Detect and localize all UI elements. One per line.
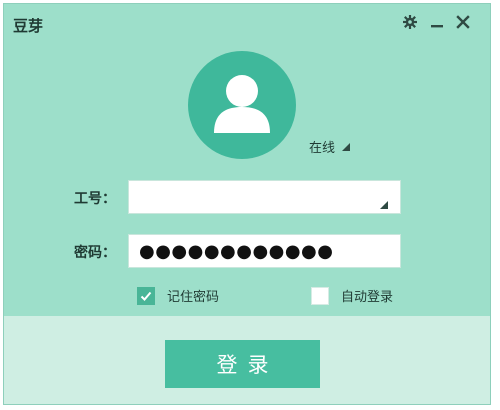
auto-login-label: 自动登录 bbox=[341, 290, 394, 305]
password-field[interactable]: ●●●●●●●●●●●● bbox=[128, 234, 401, 268]
employee-id-input[interactable] bbox=[129, 181, 400, 213]
checkmark-icon bbox=[140, 291, 152, 301]
status-selector[interactable]: 在线 bbox=[309, 137, 351, 156]
close-button[interactable] bbox=[454, 13, 472, 31]
close-icon bbox=[456, 15, 470, 29]
password-masked-value: ●●●●●●●●●●●● bbox=[139, 241, 334, 262]
remember-password-label: 记住密码 bbox=[167, 290, 220, 305]
checkbox-checked[interactable] bbox=[137, 286, 155, 305]
triangle-down-icon bbox=[380, 201, 388, 209]
user-silhouette-icon bbox=[214, 75, 270, 133]
login-button-label: 登录 bbox=[216, 353, 279, 377]
employee-id-label: 工号： bbox=[74, 191, 116, 207]
login-button[interactable]: 登录 bbox=[165, 340, 320, 388]
settings-button[interactable] bbox=[401, 13, 419, 31]
minimize-button[interactable] bbox=[428, 13, 446, 31]
login-window: 豆芽 在线 工号： 密码： ●●●●●●●●●●●● 记住密码 自动登录 登录 bbox=[3, 3, 491, 405]
status-label: 在线 bbox=[309, 141, 336, 156]
auto-login-checkbox[interactable]: 自动登录 bbox=[311, 286, 393, 305]
avatar[interactable] bbox=[188, 51, 296, 159]
password-label: 密码： bbox=[74, 245, 116, 261]
employee-id-dropdown-button[interactable] bbox=[379, 194, 388, 213]
gear-icon bbox=[403, 15, 417, 29]
window-title: 豆芽 bbox=[13, 17, 44, 35]
employee-id-combobox[interactable] bbox=[128, 180, 401, 214]
minimize-icon bbox=[431, 25, 443, 28]
remember-password-checkbox[interactable]: 记住密码 bbox=[137, 286, 219, 305]
triangle-down-icon bbox=[342, 143, 351, 151]
checkbox-unchecked[interactable] bbox=[311, 286, 329, 305]
title-bar: 豆芽 bbox=[4, 4, 490, 40]
